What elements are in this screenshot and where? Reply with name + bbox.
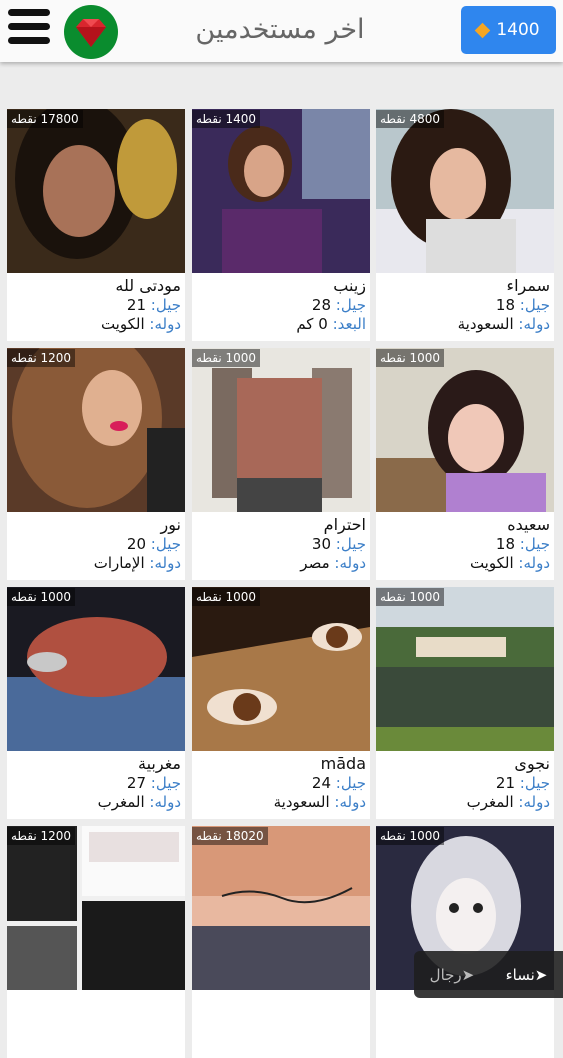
user-photo: 1000 نقطه	[192, 587, 370, 751]
user-name: نجوى	[514, 754, 550, 773]
user-card[interactable]: 1200 نقطه نور جيل: 20 دوله: الإمارات	[7, 348, 185, 580]
user-card[interactable]: 1200 نقطه	[7, 826, 185, 1058]
age-label: جيل:	[150, 296, 181, 314]
country-label: دوله:	[334, 554, 366, 572]
user-card[interactable]: 1000 نقطه نجوى جيل: 21 دوله: المغرب	[376, 587, 554, 819]
ruby-gem-icon[interactable]	[64, 5, 118, 59]
age-label: جيل:	[150, 535, 181, 553]
men-label: رجال	[429, 965, 462, 984]
age-value: 28	[311, 296, 331, 314]
user-name: مودتى لله	[115, 276, 181, 295]
user-name: زينب	[333, 276, 366, 295]
gender-filter: ➤نساء ➤رجال	[414, 951, 563, 998]
country-label: دوله:	[149, 554, 181, 572]
user-name: māda	[320, 754, 366, 773]
age-value: 24	[311, 774, 331, 792]
points-badge: 1200 نقطه	[7, 349, 76, 367]
user-name: سمراء	[506, 276, 550, 295]
age-label: جيل:	[519, 296, 550, 314]
user-photo: 1000 نقطه	[376, 587, 554, 751]
user-name: احترام	[323, 515, 366, 534]
points-badge: 1000 نقطه	[7, 588, 76, 606]
country-value: الكويت	[100, 315, 145, 333]
country-value: المغرب	[97, 793, 145, 811]
points-badge: 1000 نقطه	[376, 827, 445, 845]
user-card[interactable]: 1000 نقطه مغربية جيل: 27 دوله: المغرب	[7, 587, 185, 819]
user-card[interactable]: 1000 نقطه māda جيل: 24 دوله: السعودية	[192, 587, 370, 819]
hamburger-menu-icon[interactable]	[8, 9, 52, 53]
points-button[interactable]: 1400	[461, 6, 556, 54]
user-name: نور	[160, 515, 181, 534]
user-photo: 1200 نقطه	[7, 348, 185, 512]
age-value: 18	[495, 296, 515, 314]
country-value: الإمارات	[93, 554, 145, 572]
user-photo: 1200 نقطه	[7, 826, 185, 990]
distance-label: البعد:	[332, 315, 366, 333]
user-photo: 4800 نقطه	[376, 109, 554, 273]
women-label: نساء	[505, 965, 535, 984]
arrow-left-icon: ➤	[534, 965, 548, 984]
user-photo: 17800 نقطه	[7, 109, 185, 273]
country-label: دوله:	[518, 554, 550, 572]
app-header: اخر مستخدمين 1400	[0, 0, 563, 62]
age-label: جيل:	[335, 296, 366, 314]
men-filter-button[interactable]: ➤رجال	[430, 966, 475, 984]
age-label: جيل:	[519, 535, 550, 553]
points-badge: 1000 نقطه	[376, 349, 445, 367]
arrow-left-icon: ➤	[461, 965, 475, 984]
age-value: 18	[495, 535, 515, 553]
points-badge: 1000 نقطه	[192, 349, 261, 367]
points-badge: 1200 نقطه	[7, 827, 76, 845]
age-value: 20	[126, 535, 146, 553]
country-value: السعودية	[457, 315, 514, 333]
country-label: دوله:	[149, 793, 181, 811]
age-value: 27	[126, 774, 146, 792]
age-label: جيل:	[150, 774, 181, 792]
country-value: مصر	[300, 554, 330, 572]
points-value: 1400	[496, 20, 540, 40]
age-label: جيل:	[519, 774, 550, 792]
user-photo: 1000 نقطه	[192, 348, 370, 512]
country-label: دوله:	[334, 793, 366, 811]
country-value: السعودية	[273, 793, 330, 811]
points-badge: 1400 نقطه	[192, 110, 261, 128]
country-label: دوله:	[518, 315, 550, 333]
diamond-icon	[475, 22, 491, 38]
user-card[interactable]: 1400 نقطه زينب جيل: 28 البعد: 0 كم	[192, 109, 370, 341]
user-photo: 1000 نقطه	[376, 348, 554, 512]
user-photo: 1000 نقطه	[7, 587, 185, 751]
user-name: سعيده	[507, 515, 550, 534]
user-card[interactable]: 4800 نقطه سمراء جيل: 18 دوله: السعودية	[376, 109, 554, 341]
country-label: دوله:	[149, 315, 181, 333]
user-card[interactable]: 17800 نقطه مودتى لله جيل: 21 دوله: الكوي…	[7, 109, 185, 341]
age-label: جيل:	[335, 535, 366, 553]
age-value: 21	[495, 774, 515, 792]
points-badge: 1000 نقطه	[192, 588, 261, 606]
age-value: 21	[126, 296, 146, 314]
points-badge: 4800 نقطه	[376, 110, 445, 128]
country-value: المغرب	[466, 793, 514, 811]
user-card[interactable]: 1000 نقطه	[376, 826, 554, 1058]
points-badge: 1000 نقطه	[376, 588, 445, 606]
user-card[interactable]: 18020 نقطه	[192, 826, 370, 1058]
distance-value: 0 كم	[296, 315, 328, 333]
country-value: الكويت	[469, 554, 514, 572]
user-name: مغربية	[138, 754, 181, 773]
user-card[interactable]: 1000 نقطه احترام جيل: 30 دوله: مصر	[192, 348, 370, 580]
user-card[interactable]: 1000 نقطه سعيده جيل: 18 دوله: الكويت	[376, 348, 554, 580]
women-filter-button[interactable]: ➤نساء	[506, 966, 548, 984]
user-photo: 18020 نقطه	[192, 826, 370, 990]
points-badge: 17800 نقطه	[7, 110, 83, 128]
page-title: اخر مستخدمين	[195, 14, 365, 45]
user-photo: 1400 نقطه	[192, 109, 370, 273]
points-badge: 18020 نقطه	[192, 827, 268, 845]
age-label: جيل:	[335, 774, 366, 792]
country-label: دوله:	[518, 793, 550, 811]
age-value: 30	[311, 535, 331, 553]
